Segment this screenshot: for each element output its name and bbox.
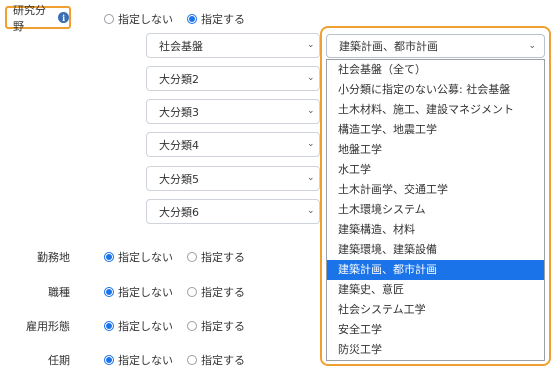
radio-specify-label: 指定する [201, 320, 245, 333]
filter-location-radio-group: 指定しない 指定する [104, 249, 245, 265]
filter-employment-type-radio-group: 指定しない 指定する [104, 318, 245, 334]
radio-none-indicator[interactable] [104, 287, 114, 297]
chevron-down-icon: ⌄ [307, 206, 315, 216]
category-select-5[interactable]: 大分類5 ⌄ [146, 166, 320, 191]
category-select-value: 大分類4 [159, 138, 199, 152]
filter-label-term: 任期 [48, 354, 70, 367]
radio-none-label: 指定しない [118, 251, 173, 264]
radio-specify-indicator[interactable] [187, 252, 197, 262]
filter-employment-type-radio-specify[interactable]: 指定する [187, 318, 245, 334]
radio-none-indicator[interactable] [104, 14, 114, 24]
subcategory-option[interactable]: 社会システム工学 [327, 300, 544, 320]
filter-term-radio-group: 指定しない 指定する [104, 352, 245, 368]
subcategory-option[interactable]: 建築構造、材料 [327, 220, 544, 240]
subcategory-option[interactable]: 安全工学 [327, 320, 544, 340]
subcategory-option[interactable]: 防災工学 [327, 340, 544, 360]
subcategory-option[interactable]: 土木計画学、交通工学 [327, 180, 544, 200]
subcategory-option[interactable]: 建築史、意匠 [327, 280, 544, 300]
filter-label-employment-type: 雇用形態 [26, 320, 70, 333]
chevron-down-icon: ⌄ [307, 106, 315, 116]
radio-none-label: 指定しない [118, 286, 173, 299]
radio-specify-label: 指定する [201, 251, 245, 264]
radio-none-label: 指定しない [118, 354, 173, 367]
subcategory-option[interactable]: 地盤工学 [327, 140, 544, 160]
radio-specify-label: 指定する [201, 354, 245, 367]
research-field-radio-specify[interactable]: 指定する [187, 11, 245, 27]
subcategory-option[interactable]: 土木環境システム [327, 200, 544, 220]
category-select-value: 社会基盤 [159, 39, 203, 53]
filter-job-type-radio-group: 指定しない 指定する [104, 284, 245, 300]
chevron-down-icon: ⌄ [307, 40, 315, 50]
radio-none-indicator[interactable] [104, 321, 114, 331]
radio-specify-indicator[interactable] [187, 14, 197, 24]
subcategory-select-value: 建築計画、都市計画 [339, 40, 438, 53]
subcategory-select[interactable]: 建築計画、都市計画 ⌄ [326, 34, 545, 58]
radio-specify-label: 指定する [201, 286, 245, 299]
info-icon[interactable]: i [58, 12, 69, 23]
research-field-label: 研究分野 [13, 3, 46, 33]
category-select-value: 大分類3 [159, 105, 199, 119]
radio-none-indicator[interactable] [104, 355, 114, 365]
category-select-3[interactable]: 大分類3 ⌄ [146, 99, 320, 124]
radio-specify-indicator[interactable] [187, 321, 197, 331]
research-field-label-box: 研究分野 i [5, 4, 71, 33]
chevron-down-icon: ⌄ [307, 73, 315, 83]
chevron-down-icon: ⌄ [528, 41, 536, 51]
category-select-2[interactable]: 大分類2 ⌄ [146, 66, 320, 91]
category-select-value: 大分類2 [159, 72, 199, 86]
subcategory-options-list: 社会基盤（全て） 小分類に指定のない公募: 社会基盤 土木材料、施工、建設マネジ… [326, 59, 545, 361]
chevron-down-icon: ⌄ [307, 139, 315, 149]
radio-none-label: 指定しない [118, 13, 173, 26]
subcategory-option[interactable]: 構造工学、地震工学 [327, 120, 544, 140]
filter-employment-type-radio-none[interactable]: 指定しない [104, 318, 173, 334]
subcategory-option[interactable]: 水工学 [327, 160, 544, 180]
filter-location-radio-none[interactable]: 指定しない [104, 249, 173, 265]
filter-label-location: 勤務地 [37, 251, 70, 264]
filter-location-radio-specify[interactable]: 指定する [187, 249, 245, 265]
radio-none-indicator[interactable] [104, 252, 114, 262]
subcategory-option[interactable]: 土木材料、施工、建設マネジメント [327, 100, 544, 120]
category-select-1[interactable]: 社会基盤 ⌄ [146, 33, 320, 58]
subcategory-option[interactable]: 小分類に指定のない公募: 社会基盤 [327, 80, 544, 100]
filter-term-radio-none[interactable]: 指定しない [104, 352, 173, 368]
category-select-6[interactable]: 大分類6 ⌄ [146, 199, 320, 224]
filter-job-type-radio-specify[interactable]: 指定する [187, 284, 245, 300]
research-field-radio-none[interactable]: 指定しない [104, 11, 173, 27]
subcategory-option[interactable]: 建築環境、建築設備 [327, 240, 544, 260]
filter-label-job-type: 職種 [48, 286, 70, 299]
subcategory-option[interactable]: 社会基盤（全て） [327, 60, 544, 80]
category-select-value: 大分類6 [159, 205, 199, 219]
chevron-down-icon: ⌄ [307, 173, 315, 183]
filter-term-radio-specify[interactable]: 指定する [187, 352, 245, 368]
radio-specify-indicator[interactable] [187, 355, 197, 365]
category-select-4[interactable]: 大分類4 ⌄ [146, 132, 320, 157]
subcategory-option-selected[interactable]: 建築計画、都市計画 [327, 260, 544, 280]
research-field-radio-group: 指定しない 指定する [104, 11, 245, 27]
filter-job-type-radio-none[interactable]: 指定しない [104, 284, 173, 300]
category-select-value: 大分類5 [159, 172, 199, 186]
radio-specify-indicator[interactable] [187, 287, 197, 297]
radio-specify-label: 指定する [201, 13, 245, 26]
subcategory-dropdown-highlight: 建築計画、都市計画 ⌄ 社会基盤（全て） 小分類に指定のない公募: 社会基盤 土… [320, 26, 551, 366]
radio-none-label: 指定しない [118, 320, 173, 333]
